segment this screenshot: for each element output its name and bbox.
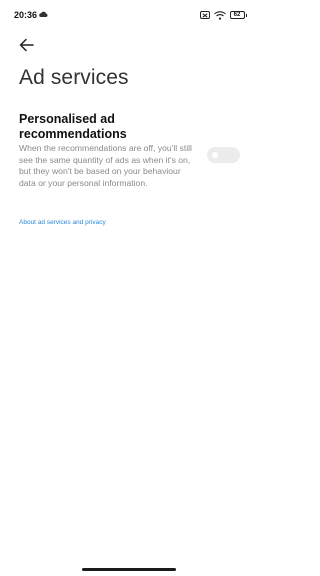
wifi-icon — [213, 10, 226, 20]
setting-title: Personalised ad recommendations — [19, 112, 127, 141]
sim-icon — [199, 11, 210, 19]
home-indicator[interactable] — [82, 568, 176, 571]
arrow-left-icon — [19, 38, 34, 52]
cloud-icon — [39, 11, 48, 17]
battery-icon: 62 — [229, 11, 247, 19]
status-time: 20:36 — [14, 10, 38, 20]
setting-personalised-ads[interactable]: Personalised ad recommendations When the… — [19, 112, 245, 204]
setting-description: When the recommendations are off, you'll… — [19, 143, 192, 188]
status-icons: 62 — [199, 10, 247, 20]
battery-level: 62 — [229, 11, 245, 19]
about-ad-services-link[interactable]: About ad services and privacy — [19, 219, 106, 226]
battery-tip — [245, 13, 247, 17]
status-bar: 20:36 62 — [0, 0, 259, 30]
toggle-knob — [212, 152, 218, 158]
personalised-ads-toggle[interactable] — [207, 147, 240, 163]
back-button[interactable] — [16, 36, 38, 54]
page-title: Ad services — [19, 66, 129, 89]
